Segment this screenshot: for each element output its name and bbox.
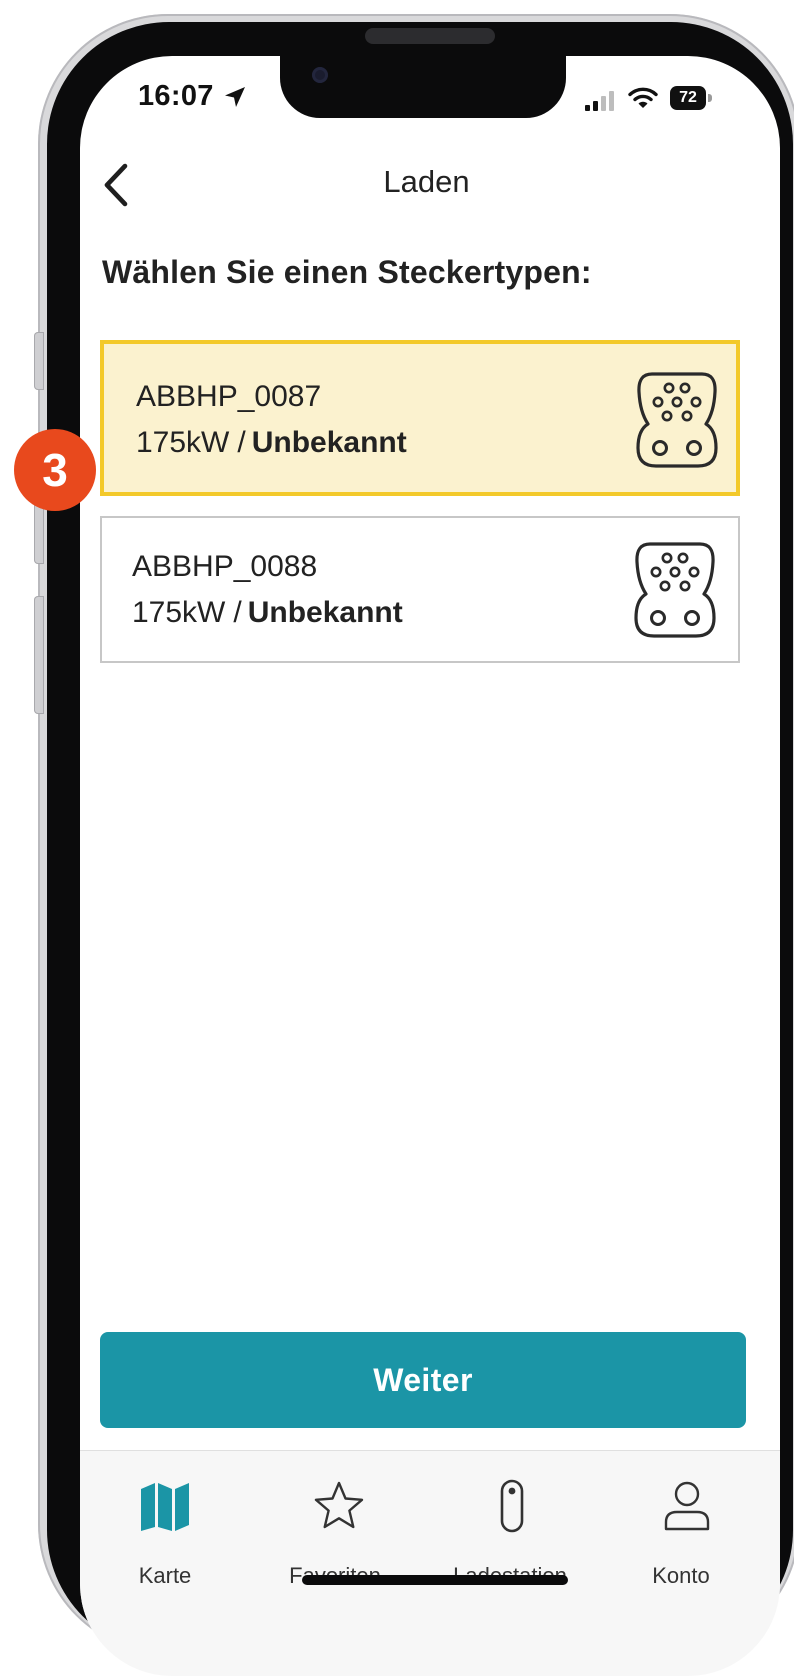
tab-label: Konto bbox=[652, 1563, 710, 1588]
cellular-signal-icon bbox=[585, 91, 614, 111]
tab-ladestation[interactable]: Ladestation bbox=[425, 1451, 595, 1611]
battery-icon: 72 bbox=[670, 86, 712, 110]
tab-label: Karte bbox=[138, 1563, 192, 1588]
ccs-plug-icon bbox=[636, 372, 718, 468]
home-indicator bbox=[302, 1575, 568, 1585]
connector-power-line: 175kW / Unbekannt bbox=[136, 426, 407, 460]
connector-option-selected[interactable]: ABBHP_0087 175kW / Unbekannt bbox=[100, 340, 740, 496]
user-icon bbox=[664, 1481, 710, 1531]
connector-power: 175kW bbox=[136, 426, 230, 459]
app-screen: 16:07 72 Laden Wählen Sie einen Steckert… bbox=[80, 56, 780, 1676]
connector-name: ABBHP_0087 bbox=[136, 380, 322, 413]
connector-power: 175kW bbox=[132, 596, 226, 629]
earpiece-speaker bbox=[365, 28, 495, 44]
battery-level: 72 bbox=[670, 86, 706, 110]
continue-button[interactable]: Weiter bbox=[100, 1332, 746, 1428]
map-icon bbox=[141, 1483, 189, 1531]
connector-status: Unbekannt bbox=[247, 596, 403, 629]
front-camera bbox=[312, 67, 328, 83]
connector-separator: / bbox=[237, 426, 246, 459]
connector-name: ABBHP_0088 bbox=[132, 550, 318, 583]
wifi-icon bbox=[628, 87, 658, 108]
ccs-plug-icon bbox=[634, 542, 716, 638]
tab-favoriten[interactable]: Favoriten bbox=[250, 1451, 420, 1611]
connector-power-line: 175kW / Unbekannt bbox=[132, 596, 403, 630]
battery-cap bbox=[708, 94, 712, 102]
location-arrow-icon bbox=[225, 87, 245, 107]
connector-status: Unbekannt bbox=[251, 426, 407, 459]
connector-separator: / bbox=[233, 596, 242, 629]
connector-option[interactable]: ABBHP_0088 175kW / Unbekannt bbox=[100, 516, 740, 663]
charging-station-icon bbox=[500, 1479, 524, 1533]
tab-karte[interactable]: Karte bbox=[80, 1451, 250, 1611]
star-icon bbox=[314, 1481, 364, 1529]
mute-switch bbox=[34, 332, 44, 390]
volume-down-button bbox=[34, 596, 44, 714]
status-time: 16:07 bbox=[138, 80, 214, 112]
section-title: Wählen Sie einen Steckertypen: bbox=[102, 254, 592, 290]
page-title: Laden bbox=[383, 164, 470, 199]
step-marker: 3 bbox=[14, 429, 96, 511]
notch bbox=[280, 56, 566, 118]
tab-konto[interactable]: Konto bbox=[596, 1451, 766, 1611]
tab-bar: Karte Favoriten Ladestation Konto bbox=[80, 1450, 780, 1676]
